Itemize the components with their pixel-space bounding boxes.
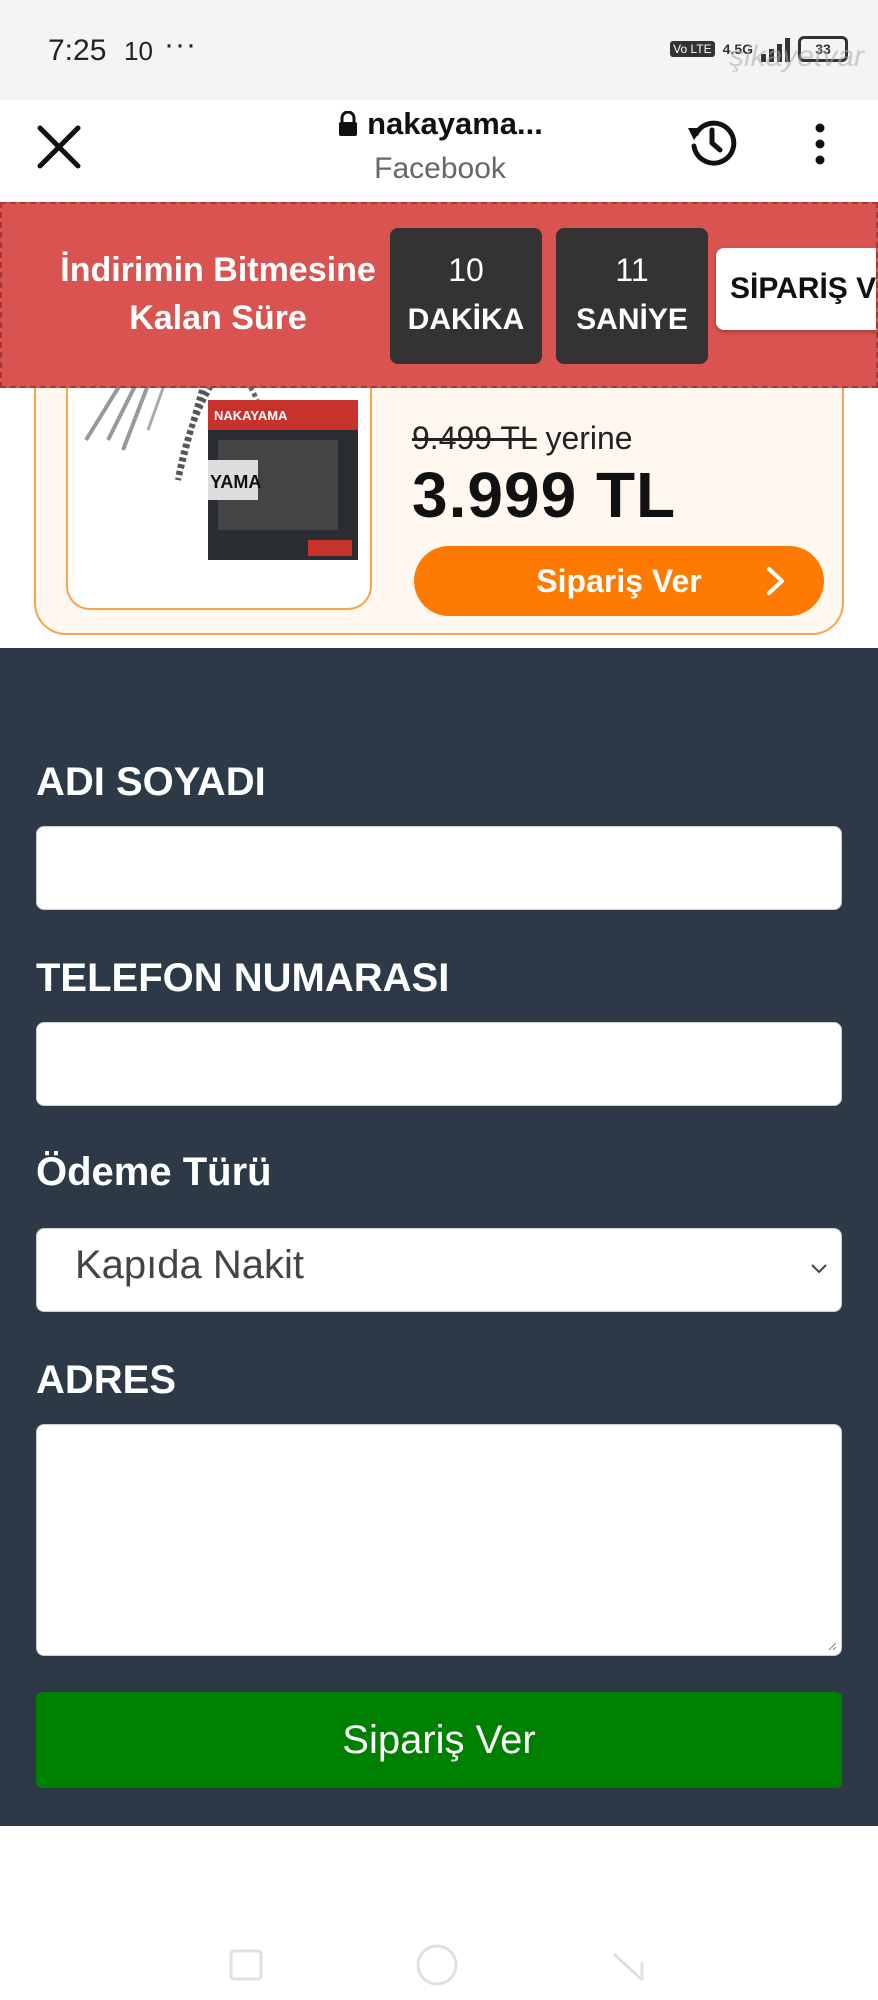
box-label: YAMA: [210, 472, 261, 492]
countdown-minutes: 10 DAKİKA: [390, 228, 542, 364]
phone-label: TELEFON NUMARASI: [36, 956, 450, 1000]
countdown-label: İndirimin Bitmesine Kalan Süre: [48, 246, 388, 342]
countdown-order-button[interactable]: SİPARİŞ VER: [716, 248, 876, 330]
new-price: 3.999 TL: [412, 459, 677, 531]
countdown-label-line1: İndirimin Bitmesine: [60, 251, 376, 289]
countdown-minutes-unit: DAKİKA: [407, 303, 525, 336]
lock-icon: [339, 111, 358, 136]
home-icon[interactable]: [414, 1942, 460, 1988]
payment-select-value: Kapıda Nakit: [75, 1243, 305, 1287]
payment-select[interactable]: Kapıda Nakit: [36, 1228, 842, 1312]
navigation-bar: [0, 1826, 878, 2000]
page-source: Facebook: [374, 152, 506, 185]
countdown-seconds-unit: SANİYE: [576, 303, 688, 336]
name-label: ADI SOYADI: [36, 760, 266, 804]
volte-icon: Vo LTE: [670, 41, 715, 57]
notification-count: 10: [124, 36, 153, 66]
address-label: ADRES: [36, 1358, 177, 1402]
countdown-label-line2: Kalan Süre: [129, 299, 307, 337]
box-brand-text: NAKAYAMA: [214, 408, 288, 423]
close-icon[interactable]: [34, 122, 84, 172]
name-input[interactable]: [36, 826, 842, 910]
old-price-value: 9.499 TL: [412, 420, 537, 456]
payment-label: Ödeme Türü: [36, 1150, 272, 1194]
address-textarea[interactable]: [36, 1424, 842, 1656]
url-block[interactable]: nakayama... Facebook: [300, 106, 580, 186]
screen: 7:25 10 ··· Vo LTE 4.5G 33 şikayetvar na…: [0, 0, 878, 2000]
old-price: 9.499 TL yerine: [412, 420, 633, 457]
submit-order-button[interactable]: Sipariş Ver: [36, 1692, 842, 1788]
back-icon[interactable]: [610, 1948, 646, 1984]
status-time: 7:25: [48, 34, 107, 67]
history-icon[interactable]: [684, 114, 740, 170]
countdown-minutes-value: 10: [448, 252, 484, 288]
order-form: ADI SOYADI TELEFON NUMARASI Ödeme Türü K…: [0, 648, 878, 1826]
chevron-down-icon: [811, 1264, 827, 1274]
countdown-seconds: 11 SANİYE: [556, 228, 708, 364]
countdown-seconds-value: 11: [615, 252, 649, 288]
recents-icon[interactable]: [228, 1948, 264, 1982]
more-notifications-icon: ···: [164, 28, 197, 61]
watermark: şikayetvar: [728, 40, 864, 73]
browser-header: nakayama... Facebook: [0, 100, 878, 202]
resize-handle-icon[interactable]: [827, 1641, 837, 1651]
more-vert-icon[interactable]: [808, 122, 832, 166]
status-bar: 7:25 10 ··· Vo LTE 4.5G 33 şikayetvar: [0, 0, 878, 100]
chevron-right-icon: [767, 567, 784, 595]
countdown-banner: İndirimin Bitmesine Kalan Süre 10 DAKİKA…: [0, 202, 878, 388]
phone-input[interactable]: [36, 1022, 842, 1106]
product-order-button[interactable]: Sipariş Ver: [414, 546, 824, 616]
old-price-suffix: yerine: [545, 420, 633, 456]
product-order-button-label: Sipariş Ver: [536, 562, 702, 599]
page-url: nakayama...: [367, 106, 543, 141]
